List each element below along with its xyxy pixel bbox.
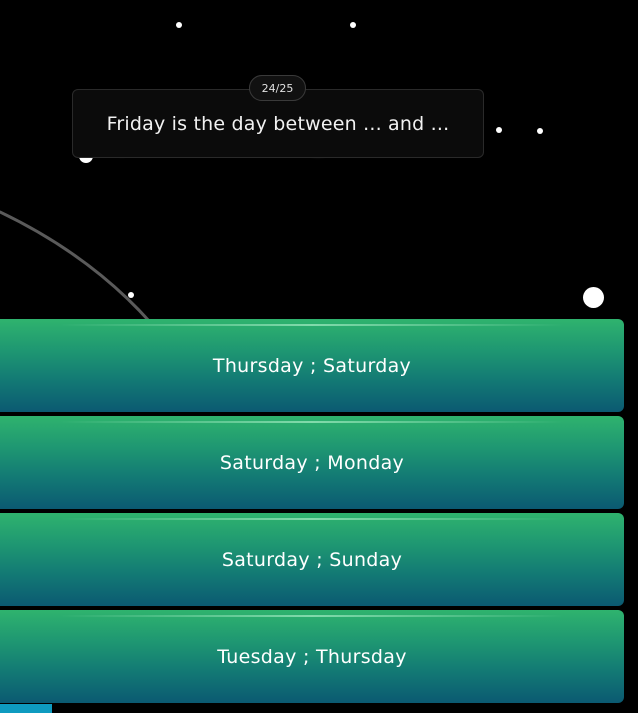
- star: [350, 22, 356, 28]
- planet: [583, 287, 604, 308]
- question-text: Friday is the day between ... and ...: [106, 112, 450, 135]
- answer-label: Saturday ; Sunday: [221, 548, 403, 571]
- star: [176, 22, 182, 28]
- answer-button-4[interactable]: Tuesday ; Thursday: [0, 610, 624, 703]
- answer-button-3[interactable]: Saturday ; Sunday: [0, 513, 624, 606]
- answer-button-2[interactable]: Saturday ; Monday: [0, 416, 624, 509]
- star: [128, 292, 134, 298]
- quiz-screen: Friday is the day between ... and ... 24…: [0, 0, 638, 713]
- bottom-accent: [0, 704, 52, 713]
- answer-button-1[interactable]: Thursday ; Saturday: [0, 319, 624, 412]
- star: [496, 127, 502, 133]
- answer-label: Thursday ; Saturday: [212, 354, 412, 377]
- question-counter: 24/25: [249, 75, 306, 101]
- answer-list: Thursday ; Saturday Saturday ; Monday Sa…: [0, 319, 624, 707]
- answer-label: Tuesday ; Thursday: [217, 645, 407, 668]
- star: [537, 128, 543, 134]
- answer-label: Saturday ; Monday: [219, 451, 405, 474]
